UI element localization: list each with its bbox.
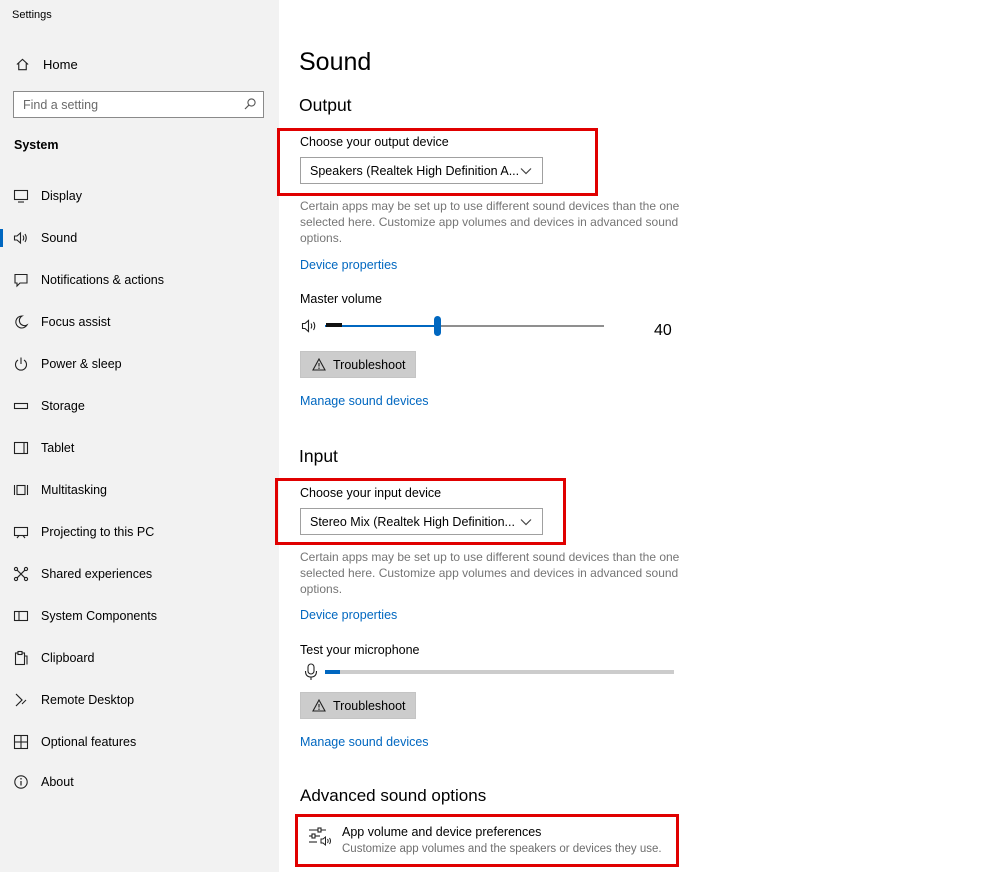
search-icon[interactable] xyxy=(243,97,257,111)
test-microphone-label: Test your microphone xyxy=(300,643,420,657)
clipboard-icon xyxy=(12,649,30,667)
sidebar-item-label: Shared experiences xyxy=(41,567,153,581)
sidebar-item-display[interactable]: Display xyxy=(0,184,279,208)
page-title: Sound xyxy=(299,48,372,76)
app-volume-description: Customize app volumes and the speakers o… xyxy=(342,843,662,855)
troubleshoot-label: Troubleshoot xyxy=(333,357,406,372)
output-device-label: Choose your output device xyxy=(300,135,449,149)
output-device-value: Speakers (Realtek High Definition A... xyxy=(310,163,520,178)
sidebar-item-sound[interactable]: Sound xyxy=(0,226,279,250)
output-manage-sound-devices-link[interactable]: Manage sound devices xyxy=(300,394,429,408)
sidebar-item-about[interactable]: About xyxy=(0,770,279,794)
display-icon xyxy=(12,187,30,205)
microphone-icon xyxy=(304,663,318,681)
main-panel: Sound Output Choose your output device S… xyxy=(275,0,1000,872)
sidebar-item-projecting[interactable]: Projecting to this PC xyxy=(0,520,279,544)
multitasking-icon xyxy=(12,481,30,499)
sidebar-item-label: Remote Desktop xyxy=(41,693,135,707)
sidebar-item-label: Optional features xyxy=(41,735,137,749)
components-icon xyxy=(12,607,30,625)
mic-level-track xyxy=(325,670,674,674)
chevron-down-icon xyxy=(520,165,532,175)
microphone-level-meter xyxy=(325,670,675,674)
warning-icon xyxy=(312,358,326,372)
sidebar: Settings Home Find a setting System Disp… xyxy=(0,0,279,872)
master-volume-label: Master volume xyxy=(300,292,382,306)
sidebar-item-power-sleep[interactable]: Power & sleep xyxy=(0,352,279,376)
speaker-icon xyxy=(12,229,30,247)
sidebar-item-shared-experiences[interactable]: Shared experiences xyxy=(0,562,279,586)
sidebar-item-remote-desktop[interactable]: Remote Desktop xyxy=(0,688,279,712)
optional-features-icon xyxy=(12,733,30,751)
input-device-label: Choose your input device xyxy=(300,486,442,500)
sidebar-item-storage[interactable]: Storage xyxy=(0,394,279,418)
volume-value: 40 xyxy=(654,322,672,339)
home-label: Home xyxy=(43,56,78,72)
sidebar-item-label: Focus assist xyxy=(41,315,111,329)
mic-level-fill xyxy=(325,670,340,674)
sidebar-item-label: Storage xyxy=(41,399,85,413)
input-help-text: Certain apps may be set up to use differ… xyxy=(300,550,680,596)
sidebar-item-label: Power & sleep xyxy=(41,357,122,371)
sidebar-item-label: System Components xyxy=(41,609,158,623)
tablet-icon xyxy=(12,439,30,457)
output-troubleshoot-button[interactable]: Troubleshoot xyxy=(300,351,416,378)
window-title: Settings xyxy=(12,9,52,21)
input-device-value: Stereo Mix (Realtek High Definition... xyxy=(310,514,515,529)
search-placeholder: Find a setting xyxy=(23,97,99,112)
sidebar-item-multitasking[interactable]: Multitasking xyxy=(0,478,279,502)
sidebar-item-label: About xyxy=(41,775,74,789)
shared-icon xyxy=(12,565,30,583)
sidebar-item-label: Projecting to this PC xyxy=(41,525,155,539)
power-icon xyxy=(12,355,30,373)
advanced-sound-heading: Advanced sound options xyxy=(300,786,487,805)
sidebar-item-label: Sound xyxy=(41,231,78,245)
output-heading: Output xyxy=(299,95,352,115)
volume-icon[interactable] xyxy=(301,318,319,334)
output-device-dropdown[interactable]: Speakers (Realtek High Definition A... xyxy=(300,157,543,184)
notification-icon xyxy=(12,271,30,289)
input-device-properties-link[interactable]: Device properties xyxy=(300,608,397,622)
moon-icon xyxy=(12,313,30,331)
info-icon xyxy=(12,773,30,791)
output-help-text: Certain apps may be set up to use differ… xyxy=(300,199,680,245)
input-heading: Input xyxy=(299,446,338,466)
chevron-down-icon xyxy=(520,516,532,526)
search-input[interactable]: Find a setting xyxy=(13,91,264,118)
projecting-icon xyxy=(12,523,30,541)
home-icon xyxy=(14,56,30,72)
sidebar-item-label: Display xyxy=(41,189,82,203)
app-volume-title: App volume and device preferences xyxy=(342,825,542,839)
input-troubleshoot-button[interactable]: Troubleshoot xyxy=(300,692,416,719)
storage-icon xyxy=(12,397,30,415)
volume-thumb[interactable] xyxy=(434,316,441,336)
sidebar-item-label: Multitasking xyxy=(41,483,107,497)
troubleshoot-label: Troubleshoot xyxy=(333,698,406,713)
sidebar-item-focus-assist[interactable]: Focus assist xyxy=(0,310,279,334)
app-volume-device-preferences[interactable]: App volume and device preferences Custom… xyxy=(300,820,670,860)
sidebar-item-notifications[interactable]: Notifications & actions xyxy=(0,268,279,292)
input-manage-sound-devices-link[interactable]: Manage sound devices xyxy=(300,735,429,749)
output-device-properties-link[interactable]: Device properties xyxy=(300,258,397,272)
warning-icon xyxy=(312,699,326,713)
master-volume-slider[interactable] xyxy=(325,315,605,337)
sidebar-item-system-components[interactable]: System Components xyxy=(0,604,279,628)
volume-start-mark xyxy=(326,323,342,327)
section-system: System xyxy=(14,138,59,152)
sidebar-item-label: Clipboard xyxy=(41,651,95,665)
equalizer-speaker-icon xyxy=(308,826,332,848)
sidebar-item-tablet[interactable]: Tablet xyxy=(0,436,279,460)
input-device-dropdown[interactable]: Stereo Mix (Realtek High Definition... xyxy=(300,508,543,535)
sidebar-item-clipboard[interactable]: Clipboard xyxy=(0,646,279,670)
home-nav-item[interactable]: Home xyxy=(14,54,78,74)
sidebar-item-label: Tablet xyxy=(41,441,75,455)
remote-desktop-icon xyxy=(12,691,30,709)
sidebar-item-label: Notifications & actions xyxy=(41,273,164,287)
sidebar-item-optional-features[interactable]: Optional features xyxy=(0,730,279,754)
